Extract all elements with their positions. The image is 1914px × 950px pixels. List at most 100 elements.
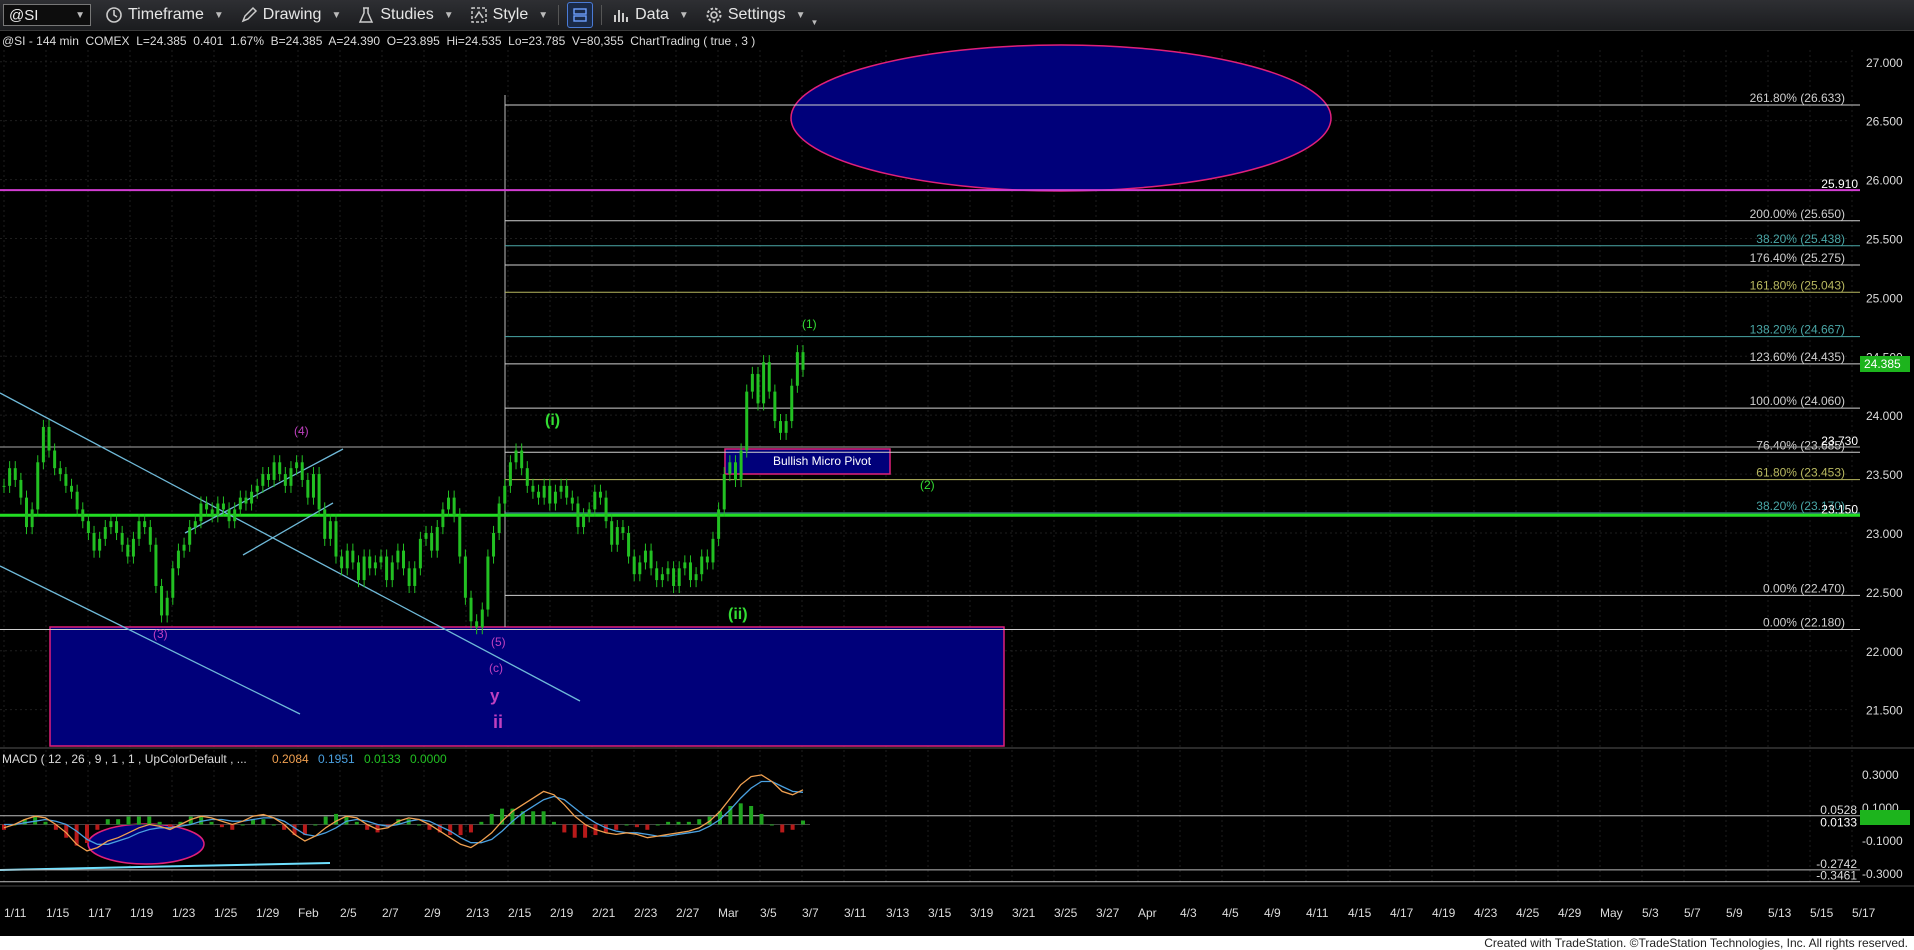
time-tick: 4/25 [1516, 906, 1540, 920]
time-tick: 2/15 [508, 906, 532, 920]
panels-icon [573, 8, 587, 22]
time-tick: 3/5 [760, 906, 777, 920]
macd-hist-bar [116, 819, 121, 825]
candle-body [317, 474, 321, 510]
candle-body [593, 491, 597, 510]
time-tick: 1/25 [214, 906, 238, 920]
candle-body [610, 521, 614, 545]
settings-button[interactable]: Settings ▼ ▼ [697, 2, 827, 28]
macd-level-label: -0.3461 [1816, 869, 1857, 883]
drawing-button[interactable]: Drawing ▼ [232, 2, 350, 28]
candle-body [75, 491, 79, 510]
macd-hist-bar [126, 816, 131, 825]
macd-hist-bar [572, 824, 577, 838]
candle-body [53, 450, 57, 469]
candle-body [300, 462, 304, 480]
candle-body [272, 462, 276, 480]
fib-level-label: 176.40% (25.275) [1750, 251, 1845, 265]
target-ellipse-zone[interactable] [790, 44, 1332, 192]
candle-body [497, 503, 501, 533]
time-tick: 4/9 [1264, 906, 1281, 920]
candle-body [531, 485, 535, 492]
candle-body [514, 450, 518, 463]
macd-hist-bar [458, 824, 463, 836]
price-chart[interactable]: Bullish Micro Pivot 261.80% (26.633) 200.… [0, 31, 1914, 936]
fib-level-label: 38.20% (25.438) [1756, 232, 1845, 246]
data-button[interactable]: Data ▼ [604, 2, 697, 28]
price-tick: 26.000 [1866, 174, 1903, 188]
symbol-value: @SI [9, 6, 39, 24]
gear-icon [706, 7, 722, 23]
macd-hist-bar [468, 824, 473, 833]
candle-body [266, 474, 270, 480]
candle-body [171, 568, 175, 598]
chevron-down-icon: ▼ [75, 9, 85, 21]
candle-body [469, 597, 473, 622]
layout-toggle-button[interactable] [567, 2, 594, 28]
timeframe-button[interactable]: Timeframe ▼ [97, 2, 232, 28]
time-tick: 4/17 [1390, 906, 1414, 920]
macd-hist-bar [157, 821, 162, 825]
macd-hist-bar [531, 811, 536, 825]
candle-body [295, 462, 299, 469]
price-level-label: 25.910 [1821, 177, 1858, 191]
candle-body [30, 509, 34, 528]
time-tick: 1/23 [172, 906, 196, 920]
copyright-text: Created with TradeStation. ©TradeStation… [1484, 936, 1908, 950]
time-tick: 3/7 [802, 906, 819, 920]
candle-body [508, 462, 512, 486]
candle-body [615, 527, 619, 545]
candle-body [756, 373, 760, 404]
candle-body [728, 462, 732, 475]
candle-body [328, 521, 332, 539]
style-label: Style [492, 6, 529, 23]
candle-body [542, 485, 546, 498]
macd-signal-value: 0.1951 [318, 752, 355, 766]
candle-body [278, 462, 282, 475]
candle-body [672, 568, 676, 586]
candle-body [402, 550, 405, 569]
candle-body [64, 474, 68, 486]
time-tick: 4/11 [1306, 906, 1329, 920]
candle-body [576, 503, 580, 528]
macd-hist-bar [240, 824, 245, 826]
price-tick: 21.500 [1866, 704, 1903, 718]
macd-hist-bar [759, 813, 764, 825]
fib-level-label: 100.00% (24.060) [1750, 394, 1845, 408]
candle-body [750, 373, 754, 392]
footer: Created with TradeStation. ©TradeStation… [0, 936, 1914, 950]
price-tick: 25.000 [1866, 291, 1903, 305]
candle-body [148, 527, 152, 545]
price-tick: 24.000 [1866, 409, 1903, 423]
wave-label-3: (3) [153, 627, 168, 641]
wave-label-2: (2) [920, 478, 935, 492]
time-tick: 2/21 [592, 906, 616, 920]
fib-level-label: 138.20% (24.667) [1750, 323, 1845, 337]
time-tick: 5/7 [1684, 906, 1701, 920]
style-button[interactable]: Style ▼ [462, 2, 556, 28]
macd-hist-bar [136, 816, 141, 825]
flask-icon [359, 7, 374, 23]
time-tick: 3/11 [844, 906, 867, 920]
time-tick: 4/5 [1222, 906, 1239, 920]
candle-body [368, 556, 372, 569]
wave-label-c: (c) [489, 661, 503, 675]
candle-body [8, 468, 12, 486]
macd-hist-bar [230, 824, 235, 830]
candle-body [537, 491, 541, 498]
candle-body [233, 509, 237, 522]
candle-body [559, 485, 563, 492]
symbol-input[interactable]: @SI ▼ [3, 4, 91, 26]
caret-down-icon: ▼ [213, 9, 224, 21]
support-box-zone[interactable] [49, 626, 1005, 747]
candle-body [486, 556, 490, 610]
candle-body [70, 485, 74, 492]
macd-hist-bar [790, 824, 795, 830]
wave-label-ii: ii [493, 712, 503, 732]
candle-body [362, 556, 366, 581]
studies-button[interactable]: Studies ▼ [349, 2, 461, 28]
settings-label: Settings [727, 6, 786, 23]
time-tick: 1/19 [130, 906, 154, 920]
time-tick: 3/21 [1012, 906, 1036, 920]
macd-hist-bar [209, 821, 214, 825]
